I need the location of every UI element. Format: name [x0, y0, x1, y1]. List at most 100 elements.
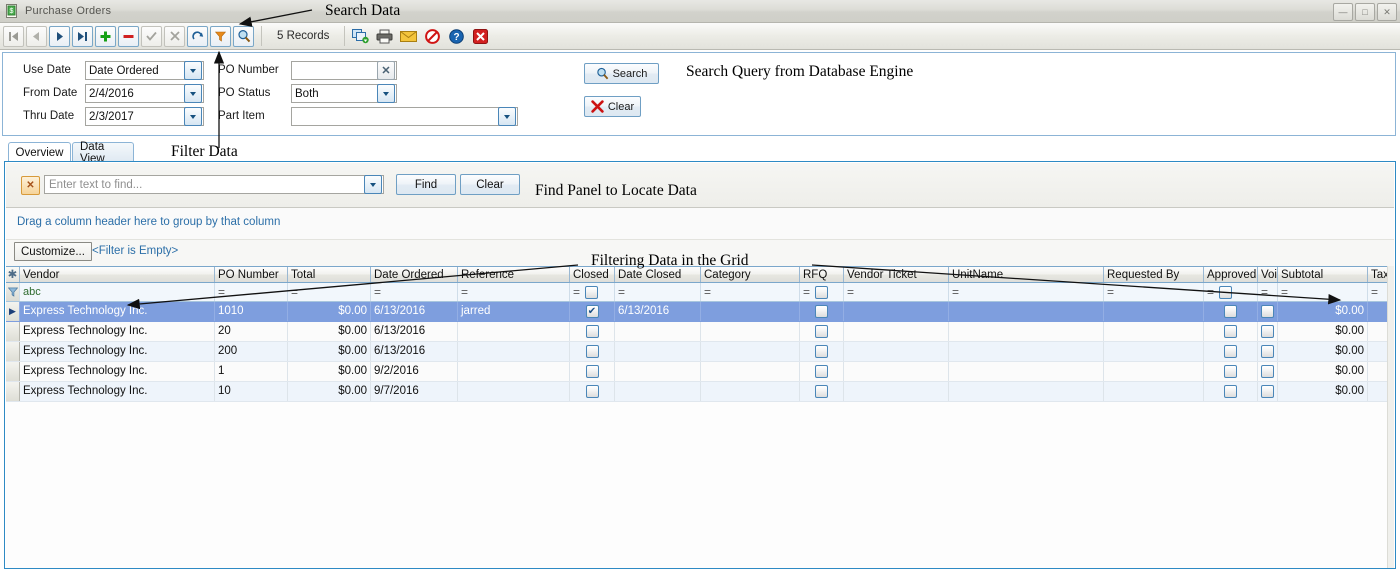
- cell-approved[interactable]: [1204, 322, 1258, 341]
- refresh-button[interactable]: [187, 25, 208, 47]
- grid-vertical-scrollbar[interactable]: [1387, 266, 1394, 568]
- cell-rfq[interactable]: [800, 342, 844, 361]
- filter-cell-total[interactable]: =: [288, 283, 371, 301]
- customize-button[interactable]: Customize...: [14, 242, 92, 261]
- filter-operator[interactable]: =: [1261, 283, 1268, 301]
- cell-po-number[interactable]: 1: [215, 362, 288, 381]
- filter-cell-requested-by[interactable]: =: [1104, 283, 1204, 301]
- column-header-vendor-ticket[interactable]: Vendor Ticket: [844, 267, 949, 282]
- cell-rfq[interactable]: [800, 302, 844, 321]
- row-indicator[interactable]: [6, 382, 20, 401]
- cell-voi[interactable]: [1258, 302, 1278, 321]
- cell-date-ordered[interactable]: 9/7/2016: [371, 382, 458, 401]
- checkbox[interactable]: [585, 325, 599, 338]
- checkbox[interactable]: [1261, 305, 1274, 318]
- cell-reference[interactable]: [458, 382, 570, 401]
- cell-rfq[interactable]: [800, 382, 844, 401]
- cell-vendor-ticket[interactable]: [844, 362, 949, 381]
- cell-reference[interactable]: jarred: [458, 302, 570, 321]
- filter-operator[interactable]: =: [1371, 283, 1378, 301]
- cell-date-ordered[interactable]: 9/2/2016: [371, 362, 458, 381]
- checkbox[interactable]: [815, 325, 828, 338]
- filter-operator[interactable]: =: [1107, 283, 1114, 301]
- filter-operator[interactable]: =: [374, 283, 381, 301]
- row-indicator[interactable]: [6, 342, 20, 361]
- cell-subtotal[interactable]: $0.00: [1278, 342, 1368, 361]
- column-header-subtotal[interactable]: Subtotal: [1278, 267, 1368, 282]
- find-clear-button[interactable]: Clear: [460, 174, 520, 195]
- part-item-combobox[interactable]: [291, 107, 518, 126]
- cell-closed[interactable]: [570, 342, 615, 361]
- filter-operator[interactable]: =: [218, 283, 225, 301]
- cell-closed[interactable]: [570, 362, 615, 381]
- grid-filter-row[interactable]: abc = = = = = = = = = = = = = = =: [6, 283, 1388, 302]
- cell-requested-by[interactable]: [1104, 322, 1204, 341]
- checkbox[interactable]: [1261, 325, 1274, 338]
- column-header-requested-by[interactable]: Requested By: [1104, 267, 1204, 282]
- cell-reference[interactable]: [458, 342, 570, 361]
- cell-total[interactable]: $0.00: [288, 382, 371, 401]
- checkbox[interactable]: [585, 285, 599, 299]
- column-header-rfq[interactable]: RFQ: [800, 267, 844, 282]
- cell-unitname[interactable]: [949, 322, 1104, 341]
- cell-po-number[interactable]: 20: [215, 322, 288, 341]
- filter-cell-category[interactable]: =: [701, 283, 800, 301]
- find-button[interactable]: Find: [396, 174, 456, 195]
- cell-date-ordered[interactable]: 6/13/2016: [371, 322, 458, 341]
- cell-vendor-ticket[interactable]: [844, 322, 949, 341]
- cell-total[interactable]: $0.00: [288, 342, 371, 361]
- clear-po-number-icon[interactable]: ✕: [377, 61, 395, 80]
- filter-operator[interactable]: =: [1207, 283, 1214, 301]
- filter-operator[interactable]: =: [704, 283, 711, 301]
- cell-vendor[interactable]: Express Technology Inc.: [20, 382, 215, 401]
- thru-date-picker[interactable]: 2/3/2017: [85, 107, 204, 126]
- table-row[interactable]: Express Technology Inc. 20 $0.00 6/13/2016 $…: [6, 322, 1388, 342]
- table-row[interactable]: Express Technology Inc. 200 $0.00 6/13/2016…: [6, 342, 1388, 362]
- cell-date-closed[interactable]: [615, 362, 701, 381]
- checkbox[interactable]: [1224, 325, 1237, 338]
- filter-operator[interactable]: =: [291, 283, 298, 301]
- table-row[interactable]: ▶ Express Technology Inc. 1010 $0.00 6/13/20…: [6, 302, 1388, 322]
- cell-vendor[interactable]: Express Technology Inc.: [20, 322, 215, 341]
- cell-voi[interactable]: [1258, 342, 1278, 361]
- cell-closed[interactable]: [570, 322, 615, 341]
- cancel-edit-button[interactable]: [164, 25, 185, 47]
- column-header-voi[interactable]: Voi: [1258, 267, 1278, 282]
- cell-date-closed[interactable]: [615, 342, 701, 361]
- export-icon[interactable]: [350, 26, 371, 47]
- cell-unitname[interactable]: [949, 302, 1104, 321]
- cell-requested-by[interactable]: [1104, 342, 1204, 361]
- cell-requested-by[interactable]: [1104, 362, 1204, 381]
- close-red-icon[interactable]: [470, 26, 491, 47]
- filter-operator[interactable]: =: [461, 283, 468, 301]
- cell-unitname[interactable]: [949, 362, 1104, 381]
- cell-rfq[interactable]: [800, 322, 844, 341]
- checkbox[interactable]: [815, 365, 828, 378]
- row-indicator[interactable]: ▶: [6, 302, 20, 321]
- cell-total[interactable]: $0.00: [288, 302, 371, 321]
- filter-operator[interactable]: =: [803, 283, 810, 301]
- cell-category[interactable]: [701, 362, 800, 381]
- column-header-po-number[interactable]: PO Number: [215, 267, 288, 282]
- cell-reference[interactable]: [458, 322, 570, 341]
- cell-vendor[interactable]: Express Technology Inc.: [20, 342, 215, 361]
- chevron-down-icon[interactable]: [184, 107, 202, 126]
- cell-po-number[interactable]: 200: [215, 342, 288, 361]
- filter-cell-reference[interactable]: =: [458, 283, 570, 301]
- no-entry-icon[interactable]: [422, 26, 443, 47]
- row-indicator[interactable]: [6, 362, 20, 381]
- group-by-panel[interactable]: Drag a column header here to group by th…: [6, 208, 1394, 240]
- column-header-total[interactable]: Total: [288, 267, 371, 282]
- filter-cell-vendor-ticket[interactable]: =: [844, 283, 949, 301]
- checkbox[interactable]: [1261, 345, 1274, 358]
- filter-cell-approved[interactable]: =: [1204, 283, 1258, 301]
- cell-voi[interactable]: [1258, 362, 1278, 381]
- cell-date-closed[interactable]: 6/13/2016: [615, 302, 701, 321]
- search-button[interactable]: Search: [584, 63, 659, 84]
- checkbox[interactable]: [1261, 365, 1274, 378]
- cell-total[interactable]: $0.00: [288, 322, 371, 341]
- tab-overview[interactable]: Overview: [8, 142, 71, 162]
- cell-subtotal[interactable]: $0.00: [1278, 322, 1368, 341]
- cell-approved[interactable]: [1204, 382, 1258, 401]
- checkbox[interactable]: [585, 365, 599, 378]
